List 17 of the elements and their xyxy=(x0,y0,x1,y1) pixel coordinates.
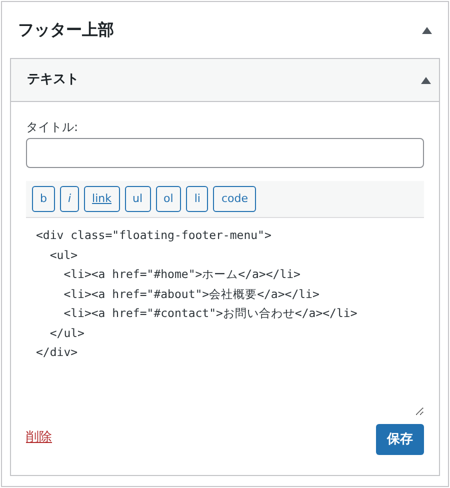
collapse-caret-icon[interactable] xyxy=(422,26,432,34)
collapse-caret-icon[interactable] xyxy=(421,76,431,84)
title-input-field[interactable] xyxy=(26,138,424,168)
format-button[interactable]: i xyxy=(60,186,80,212)
delete-link[interactable]: 削除 xyxy=(26,428,52,448)
format-button[interactable]: code xyxy=(213,186,256,212)
format-button[interactable]: ul xyxy=(124,186,151,212)
format-button[interactable]: b xyxy=(32,186,55,212)
format-button[interactable]: link xyxy=(84,186,120,212)
field-label: タイトル: xyxy=(26,119,78,136)
section-title: フッター上部 xyxy=(18,20,114,40)
format-button[interactable]: li xyxy=(186,186,208,212)
widget-header[interactable]: テキスト xyxy=(11,59,439,102)
format-button[interactable]: ol xyxy=(156,186,182,212)
widget-title: テキスト xyxy=(27,71,79,90)
save-button[interactable]: 保存 xyxy=(376,424,424,455)
code-editor[interactable]: <div class="floating-footer-menu"> <ul> <li><a href="#home">ホーム</a></li> <li><a href="#about">会社概要</a></li> <li><a href="#contact">お問い合わせ</a></li> </ul> </div> xyxy=(26,217,424,416)
